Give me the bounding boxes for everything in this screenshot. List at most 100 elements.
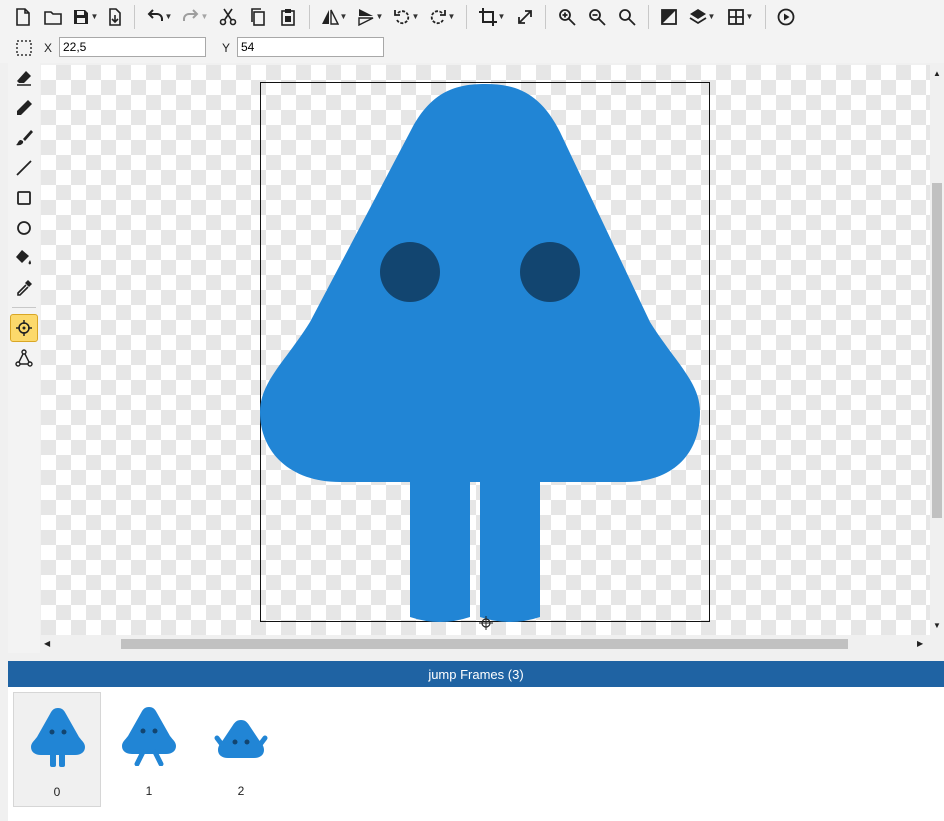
undo-button[interactable]: ▼ — [141, 0, 177, 33]
flip-vertical-icon — [357, 8, 373, 26]
ellipse-tool[interactable] — [10, 214, 38, 242]
scroll-right-icon[interactable]: ▶ — [917, 639, 923, 648]
zoom-reset-icon — [619, 8, 636, 26]
paste-button[interactable] — [273, 0, 303, 33]
chevron-down-icon: ▼ — [497, 12, 506, 21]
tool-separator — [12, 307, 36, 308]
zoom-out-icon — [589, 8, 606, 26]
pivot-icon — [16, 320, 32, 336]
frame-2-preview — [214, 720, 268, 758]
frame-thumbnail-1[interactable]: 1 — [105, 692, 193, 807]
vertical-scroll-thumb[interactable] — [932, 183, 942, 518]
new-file-button[interactable] — [8, 0, 38, 33]
grid-button[interactable]: ▼ — [721, 0, 759, 33]
rotate-left-button[interactable]: ▼ — [388, 0, 424, 33]
frame-thumbnail-0[interactable]: 0 — [13, 692, 101, 807]
line-tool[interactable] — [10, 154, 38, 182]
resize-button[interactable] — [511, 0, 539, 33]
redo-button[interactable]: ▼ — [177, 0, 213, 33]
zoom-reset-button[interactable] — [612, 0, 642, 33]
pivot-tool[interactable] — [10, 314, 38, 342]
crop-button[interactable]: ▼ — [473, 0, 511, 33]
rotate-right-button[interactable]: ▼ — [424, 0, 460, 33]
main-toolbar: ▼ ▼ ▼ ▼ ▼ ▼ ▼ ▼ ▼ ▼ — [0, 0, 944, 33]
layers-icon — [689, 8, 707, 24]
frames-panel: 0 1 2 — [8, 687, 944, 821]
frame-1-preview — [122, 707, 176, 766]
y-label: Y — [222, 41, 231, 55]
chevron-down-icon: ▼ — [411, 12, 420, 21]
toolbar-separator — [648, 4, 649, 29]
brush-icon — [16, 130, 33, 146]
zoom-in-icon — [559, 8, 576, 26]
bones-icon — [15, 349, 33, 367]
horizontal-scroll-thumb[interactable] — [121, 639, 848, 649]
frame-label: 0 — [53, 785, 61, 799]
ellipse-icon — [17, 221, 31, 235]
rotate-right-icon — [430, 9, 446, 24]
cut-button[interactable] — [213, 0, 243, 33]
scroll-down-icon[interactable]: ▼ — [933, 621, 941, 630]
sprite-canvas[interactable] — [41, 65, 930, 635]
color-mode-button[interactable] — [655, 0, 683, 33]
open-button[interactable] — [38, 0, 68, 33]
rectangle-tool[interactable] — [10, 184, 38, 212]
paste-icon — [281, 8, 295, 26]
sprite-body — [260, 84, 700, 482]
toolbar-separator — [765, 4, 766, 29]
color-mode-icon — [661, 8, 677, 25]
coordinates-bar: X Y — [0, 33, 944, 63]
x-coordinate-input[interactable] — [59, 37, 206, 57]
undo-icon — [147, 8, 163, 21]
frame-label: 1 — [145, 784, 153, 798]
pencil-icon — [17, 100, 32, 115]
line-icon — [16, 160, 32, 176]
y-coordinate-input[interactable] — [237, 37, 384, 57]
pivot-marker-icon[interactable] — [479, 616, 493, 630]
rectangle-icon — [17, 191, 31, 205]
rotate-left-icon — [393, 9, 409, 24]
chevron-down-icon: ▼ — [90, 12, 99, 21]
grid-icon — [727, 8, 744, 25]
fill-bucket-icon — [16, 250, 31, 265]
chevron-down-icon: ▼ — [447, 12, 456, 21]
frame-0-preview — [31, 708, 85, 767]
toolbar-separator — [134, 4, 135, 29]
brush-tool[interactable] — [10, 124, 38, 152]
copy-button[interactable] — [243, 0, 273, 33]
eyedropper-tool[interactable] — [10, 274, 38, 302]
flip-horizontal-icon — [321, 9, 339, 25]
frame-label: 2 — [237, 784, 245, 798]
eraser-icon — [17, 71, 31, 86]
play-button[interactable] — [772, 0, 800, 33]
toolbar-separator — [466, 4, 467, 29]
frame-thumbnail-2[interactable]: 2 — [197, 692, 285, 807]
pencil-tool[interactable] — [10, 94, 38, 122]
bones-tool[interactable] — [10, 344, 38, 372]
zoom-in-button[interactable] — [552, 0, 582, 33]
scroll-left-icon[interactable]: ◀ — [44, 639, 50, 648]
scroll-up-icon[interactable]: ▲ — [933, 69, 941, 78]
eyedropper-icon — [17, 280, 32, 296]
zoom-out-button[interactable] — [582, 0, 612, 33]
vertical-scrollbar[interactable]: ▲ ▼ — [930, 65, 944, 635]
horizontal-scrollbar[interactable]: ◀ ▶ — [41, 637, 930, 651]
sprite-character — [260, 84, 700, 622]
save-icon — [73, 9, 88, 24]
layers-button[interactable]: ▼ — [683, 0, 721, 33]
redo-icon — [182, 8, 198, 21]
copy-icon — [251, 7, 265, 26]
cut-icon — [219, 8, 237, 25]
flip-horizontal-button[interactable]: ▼ — [316, 0, 352, 33]
flip-vertical-button[interactable]: ▼ — [352, 0, 388, 33]
selection-icon[interactable] — [16, 40, 32, 56]
resize-icon — [518, 9, 532, 24]
crop-icon — [478, 7, 497, 26]
eraser-tool[interactable] — [10, 64, 38, 92]
toolbar-separator — [309, 4, 310, 29]
export-icon — [109, 7, 121, 26]
sprite-left-eye — [380, 242, 440, 302]
save-button[interactable]: ▼ — [68, 0, 102, 33]
fill-tool[interactable] — [10, 244, 38, 272]
export-button[interactable] — [102, 0, 128, 33]
